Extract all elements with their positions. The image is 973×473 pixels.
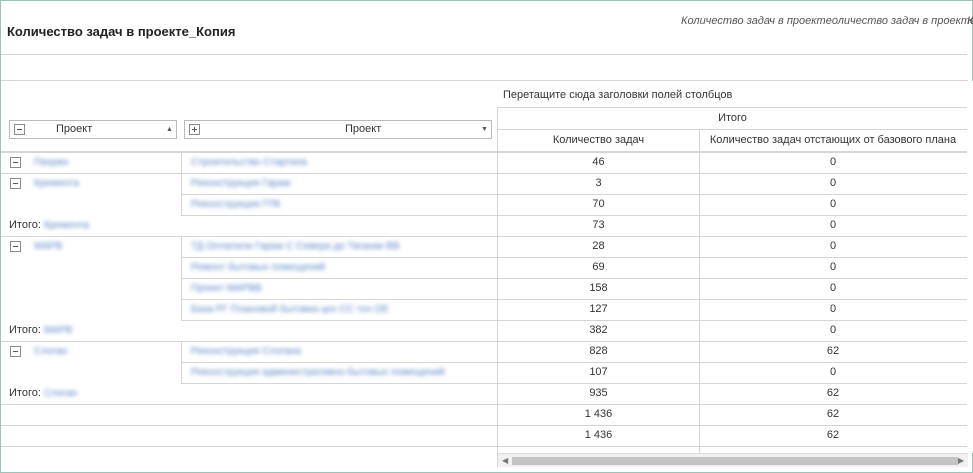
collapse-icon[interactable] [10, 241, 21, 252]
widget-subtitle-overflow: К [967, 15, 973, 27]
value-lagging-tasks: 62 [826, 429, 840, 441]
value-task-count: 69 [592, 261, 605, 273]
subtotal-row-label: Итого: Кремента [9, 215, 89, 236]
project-cell[interactable]: Реконструкция Слогана [191, 341, 301, 362]
value-lagging-tasks: 0 [829, 198, 837, 210]
subtitle-part-1: Количество задач в проекте [681, 15, 832, 27]
divider [181, 341, 182, 383]
column-header-task-count[interactable]: Количество задач [498, 129, 699, 151]
divider [1, 80, 967, 81]
row-field-button-project-2[interactable]: Проект ▼ [184, 120, 492, 139]
value-task-count: 127 [589, 303, 608, 315]
project-cell[interactable]: ТД Оплатили Гараж С Севера до Таганки ВВ [191, 236, 400, 257]
group-cell[interactable]: Пахрин [34, 152, 68, 173]
column-drop-zone[interactable]: Перетащите сюда заголовки полей столбцов [503, 89, 732, 101]
column-header-lagging-tasks[interactable]: Количество задач отстающих от базового п… [699, 129, 967, 151]
value-task-count: 70 [592, 198, 605, 210]
value-task-count: 1 436 [584, 408, 613, 420]
value-lagging-tasks: 0 [829, 156, 837, 168]
value-lagging-tasks: 0 [829, 324, 837, 336]
value-lagging-tasks: 0 [829, 219, 837, 231]
row-field-label: Проект [56, 123, 93, 135]
divider [1, 173, 967, 174]
widget-title: Количество задач в проекте_Копия [7, 24, 236, 39]
sort-arrow-icon[interactable]: ▼ [481, 126, 488, 133]
collapse-icon[interactable] [14, 124, 25, 135]
value-lagging-tasks: 0 [829, 366, 837, 378]
group-cell[interactable]: Слоган [34, 341, 67, 362]
project-cell[interactable]: Ремонт бытовых помещений [191, 257, 325, 278]
total-label: Итого: [9, 387, 41, 399]
scroll-thumb[interactable] [512, 457, 958, 465]
collapse-icon[interactable] [10, 157, 21, 168]
group-name: Слоган [43, 388, 78, 399]
collapse-icon[interactable] [10, 178, 21, 189]
row-field-button-project-1[interactable]: Проект ▲ [9, 120, 177, 139]
divider [181, 152, 182, 215]
scroll-right-icon[interactable]: ▶ [958, 456, 964, 466]
dashboard-widget: Количество задач в проекте_Копия Количес… [0, 0, 973, 473]
project-cell[interactable]: Проект МАРВВ [191, 278, 262, 299]
total-label: Итого: [9, 219, 41, 231]
widget-subtitle: Количество задач в проектеоличество зада… [681, 15, 973, 27]
horizontal-scrollbar[interactable]: ◀ ▶ [498, 453, 968, 467]
expand-icon[interactable] [189, 124, 200, 135]
subtotal-row-label: Итого: Слоган [9, 383, 77, 404]
value-task-count: 382 [589, 324, 608, 336]
divider [1, 236, 967, 237]
value-lagging-tasks: 0 [829, 177, 837, 189]
value-lagging-tasks: 0 [829, 261, 837, 273]
value-lagging-tasks: 62 [826, 408, 840, 420]
value-task-count: 28 [592, 240, 605, 252]
project-cell[interactable]: Реконструкция ГПК [191, 194, 281, 215]
value-lagging-tasks: 0 [829, 240, 837, 252]
value-lagging-tasks: 0 [829, 303, 837, 315]
value-task-count: 1 436 [584, 429, 613, 441]
group-cell[interactable]: МАРВ [34, 236, 62, 257]
sort-arrow-icon[interactable]: ▲ [166, 126, 173, 133]
value-task-count: 3 [595, 177, 602, 189]
subtitle-part-2: оличество задач в проекте [831, 15, 973, 27]
value-task-count: 46 [592, 156, 605, 168]
vertical-scroll-track[interactable] [967, 81, 973, 453]
value-lagging-tasks: 62 [826, 345, 840, 357]
total-label: Итого: [9, 324, 41, 336]
project-cell[interactable]: Строительство Стартапа [191, 152, 307, 173]
scroll-left-icon[interactable]: ◀ [502, 456, 508, 466]
project-cell[interactable]: Реконструкция административно-бытовых по… [191, 362, 445, 383]
divider [1, 54, 967, 55]
divider [181, 236, 182, 320]
divider [1, 341, 967, 342]
grand-total-header: Итого [718, 112, 747, 124]
value-task-count: 935 [589, 387, 608, 399]
value-task-count: 73 [592, 219, 605, 231]
group-name: МАРВ [43, 325, 73, 336]
collapse-icon[interactable] [10, 346, 21, 357]
project-cell[interactable]: Реконструкция Гараж [191, 173, 291, 194]
value-task-count: 158 [589, 282, 608, 294]
subtotal-row-label: Итого: МАРВ [9, 320, 72, 341]
divider [1, 446, 967, 447]
group-cell[interactable]: Кремента [34, 173, 79, 194]
group-name: Кремента [43, 220, 89, 231]
row-field-label: Проект [345, 123, 382, 135]
value-lagging-tasks: 0 [829, 282, 837, 294]
value-task-count: 828 [589, 345, 608, 357]
value-lagging-tasks: 62 [826, 387, 840, 399]
project-cell[interactable]: База РГ Плановой бытовка цех СС точ ОЕ [191, 299, 389, 320]
divider [1, 152, 967, 153]
value-task-count: 107 [589, 366, 608, 378]
